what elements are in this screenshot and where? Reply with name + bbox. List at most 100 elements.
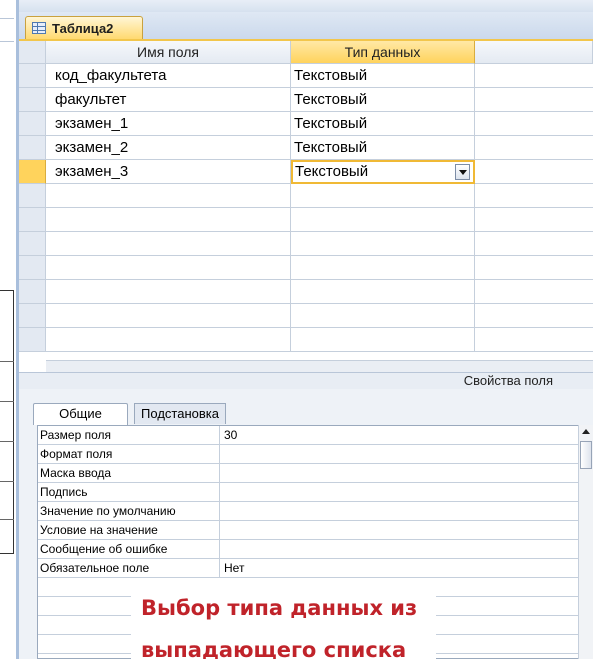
property-label: Размер поля — [38, 426, 220, 445]
property-value-validation-rule[interactable] — [220, 521, 579, 540]
row-selector[interactable] — [19, 232, 46, 256]
description-cell[interactable] — [475, 64, 593, 88]
description-cell[interactable] — [475, 160, 593, 184]
data-type-cell[interactable]: Текстовый — [291, 112, 475, 136]
field-name-cell[interactable] — [46, 208, 291, 232]
data-type-cell[interactable] — [291, 256, 475, 280]
field-name-cell[interactable]: факультет — [46, 88, 291, 112]
property-row[interactable]: Формат поля — [38, 445, 579, 464]
description-cell[interactable] — [475, 136, 593, 160]
property-value-format[interactable] — [220, 445, 579, 464]
caption-line-1: Выбор типа данных из — [141, 596, 418, 620]
property-row[interactable]: Подпись — [38, 483, 579, 502]
property-label: Формат поля — [38, 445, 220, 464]
data-type-cell[interactable] — [291, 280, 475, 304]
field-name-cell[interactable] — [46, 280, 291, 304]
field-properties-header: Свойства поля — [19, 372, 593, 390]
empty-row[interactable] — [19, 184, 593, 208]
tab-lookup[interactable]: Подстановка — [134, 403, 226, 424]
annotation-caption: Выбор типа данных из выпадающего списка — [131, 578, 436, 659]
row-selector[interactable] — [19, 184, 46, 208]
row-selector[interactable] — [19, 160, 46, 184]
property-value-field-size[interactable]: 30 — [220, 426, 579, 445]
property-value-required[interactable]: Нет — [220, 559, 579, 578]
tab-general[interactable]: Общие — [33, 403, 128, 425]
property-label: Обязательное поле — [38, 559, 220, 578]
data-type-cell[interactable]: Текстовый — [291, 136, 475, 160]
property-row[interactable]: Обязательное поле Нет — [38, 559, 579, 578]
background-frame — [0, 290, 14, 554]
column-header-description[interactable] — [475, 41, 593, 64]
description-cell[interactable] — [475, 304, 593, 328]
property-value-validation-text[interactable] — [220, 540, 579, 559]
data-type-cell[interactable]: Текстовый — [291, 64, 475, 88]
table-row[interactable]: код_факультета Текстовый — [19, 64, 593, 88]
row-selector[interactable] — [19, 112, 46, 136]
caption-line-2: выпадающего списка — [141, 638, 407, 659]
empty-row[interactable] — [19, 208, 593, 232]
scroll-up-icon[interactable] — [582, 429, 590, 434]
data-type-cell[interactable] — [291, 184, 475, 208]
description-cell[interactable] — [475, 208, 593, 232]
row-selector[interactable] — [19, 280, 46, 304]
property-label: Условие на значение — [38, 521, 220, 540]
select-all-corner[interactable] — [19, 41, 46, 64]
property-value-default[interactable] — [220, 502, 579, 521]
row-selector[interactable] — [19, 256, 46, 280]
empty-row[interactable] — [19, 232, 593, 256]
data-type-cell[interactable] — [291, 304, 475, 328]
row-selector[interactable] — [19, 64, 46, 88]
description-cell[interactable] — [475, 328, 593, 352]
field-name-cell[interactable] — [46, 328, 291, 352]
table-row[interactable]: экзамен_2 Текстовый — [19, 136, 593, 160]
description-cell[interactable] — [475, 88, 593, 112]
empty-row[interactable] — [19, 328, 593, 352]
field-name-cell[interactable] — [46, 304, 291, 328]
field-name-cell[interactable]: экзамен_2 — [46, 136, 291, 160]
row-selector[interactable] — [19, 208, 46, 232]
property-value-input-mask[interactable] — [220, 464, 579, 483]
empty-row[interactable] — [19, 256, 593, 280]
property-row[interactable]: Условие на значение — [38, 521, 579, 540]
table-row[interactable]: факультет Текстовый — [19, 88, 593, 112]
property-row[interactable]: Маска ввода — [38, 464, 579, 483]
data-type-select[interactable]: Текстовый — [291, 160, 475, 184]
table-design-window: Таблица2 Имя поля Тип данных код_факульт… — [16, 0, 593, 659]
property-row[interactable]: Значение по умолчанию — [38, 502, 579, 521]
data-type-value: Текстовый — [295, 163, 369, 180]
field-name-cell[interactable] — [46, 232, 291, 256]
table-row-active[interactable]: экзамен_3 Текстовый — [19, 160, 593, 184]
field-name-cell[interactable]: код_факультета — [46, 64, 291, 88]
description-cell[interactable] — [475, 256, 593, 280]
column-header-data-type[interactable]: Тип данных — [291, 41, 475, 64]
field-name-cell[interactable]: экзамен_3 — [46, 160, 291, 184]
data-type-cell[interactable]: Текстовый — [291, 88, 475, 112]
property-value-caption[interactable] — [220, 483, 579, 502]
row-selector[interactable] — [19, 304, 46, 328]
property-label: Подпись — [38, 483, 220, 502]
tab-table2[interactable]: Таблица2 — [25, 16, 143, 39]
data-type-cell[interactable] — [291, 232, 475, 256]
dropdown-arrow-icon[interactable] — [455, 164, 470, 180]
data-type-cell[interactable] — [291, 208, 475, 232]
table-row[interactable]: экзамен_1 Текстовый — [19, 112, 593, 136]
property-row[interactable]: Размер поля 30 — [38, 426, 579, 445]
empty-row[interactable] — [19, 280, 593, 304]
scroll-thumb[interactable] — [580, 441, 592, 469]
row-selector[interactable] — [19, 328, 46, 352]
column-header-field-name[interactable]: Имя поля — [46, 41, 291, 64]
description-cell[interactable] — [475, 280, 593, 304]
row-selector[interactable] — [19, 136, 46, 160]
row-selector[interactable] — [19, 88, 46, 112]
description-cell[interactable] — [475, 184, 593, 208]
field-name-cell[interactable] — [46, 256, 291, 280]
empty-row[interactable] — [19, 304, 593, 328]
field-name-cell[interactable] — [46, 184, 291, 208]
description-cell[interactable] — [475, 112, 593, 136]
data-type-cell[interactable] — [291, 328, 475, 352]
properties-scrollbar[interactable] — [578, 425, 593, 659]
property-row[interactable]: Сообщение об ошибке — [38, 540, 579, 559]
field-name-cell[interactable]: экзамен_1 — [46, 112, 291, 136]
description-cell[interactable] — [475, 232, 593, 256]
field-design-grid: Имя поля Тип данных код_факультета Текст… — [19, 41, 593, 373]
